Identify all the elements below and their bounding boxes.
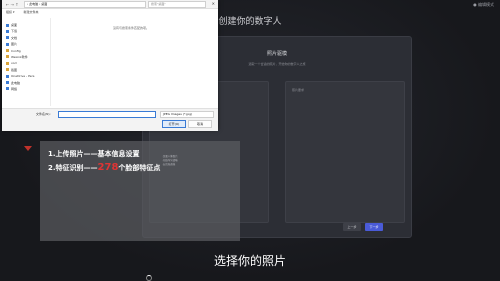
folder-icon: [6, 49, 9, 53]
step-2-prefix: 2.特征识别——: [48, 164, 98, 172]
sidebar-item-label: vod: [11, 61, 17, 66]
folder-icon: [6, 74, 9, 78]
prev-button[interactable]: 上一步: [343, 223, 361, 231]
sidebar-item-label: OneDrive - Pers: [11, 74, 35, 79]
sidebar-item-label: 网络: [11, 86, 18, 91]
loading-spinner-icon: [146, 275, 152, 281]
navigation-pane: 桌面下载 文档图片 Config WeLink软件 vod 截图 OneDrive - Pe…: [6, 22, 46, 92]
file-list[interactable]: 没有与搜索条件匹配的项。: [50, 18, 211, 106]
filename-input[interactable]: [58, 111, 156, 118]
close-icon[interactable]: ✕: [212, 1, 215, 6]
folder-icon: [6, 42, 9, 46]
address-bar[interactable]: › 此电脑 › 桌面: [24, 1, 146, 8]
folder-icon: [6, 36, 9, 40]
folder-icon: [6, 68, 9, 72]
requirements-panel: 照片要求: [285, 81, 405, 223]
sidebar-item-label: 图片: [11, 42, 18, 47]
filetype-select[interactable]: JPEG Images (*.jpg): [160, 111, 214, 118]
folder-icon: [6, 87, 9, 91]
dialog-footer: 文件名(N): JPEG Images (*.jpg) 打开(O) 取消: [2, 108, 218, 131]
command-bar: 组织 ▾ 新建文件夹: [6, 10, 46, 14]
folder-icon: [6, 81, 9, 85]
tutorial-notes: ·正面人像照片 ·光线均匀清晰 ·五官无遮挡: [162, 155, 232, 167]
sidebar-item-label: 此电脑: [11, 80, 21, 85]
folder-icon: [6, 29, 9, 33]
new-folder-button[interactable]: 新建文件夹: [23, 10, 38, 14]
nav-arrows-icon[interactable]: ← → ↑: [6, 2, 19, 7]
sidebar-item[interactable]: 网络: [6, 86, 46, 92]
tutorial-step-2: 2.特征识别——278个脸部特征点: [48, 162, 160, 173]
next-button[interactable]: 下一步: [365, 223, 383, 231]
tutorial-overlay: 1.上传照片——基本信息设置 2.特征识别——278个脸部特征点 ·正面人像照片…: [40, 141, 240, 241]
sidebar-item-label: 桌面: [11, 23, 18, 27]
cancel-button[interactable]: 取消: [188, 120, 212, 128]
mode-indicator[interactable]: ● 编辑模式: [473, 2, 494, 8]
folder-icon: [6, 61, 9, 65]
folder-icon: [6, 55, 9, 59]
filename-label: 文件名(N):: [36, 112, 51, 116]
empty-message: 没有与搜索条件匹配的项。: [112, 26, 149, 30]
step-2-suffix: 个脸部特征点: [118, 164, 161, 172]
sidebar-item-label: 截图: [11, 67, 18, 72]
tutorial-step-1: 1.上传照片——基本信息设置: [48, 150, 140, 158]
file-open-dialog: ← → ↑ › 此电脑 › 桌面 搜索"桌面" ✕ 组织 ▾ 新建文件夹 桌面下…: [2, 0, 218, 131]
folder-icon: [6, 23, 9, 27]
sidebar-item-label: WeLink软件: [11, 54, 28, 59]
address-toolbar: ← → ↑ › 此电脑 › 桌面 搜索"桌面" ✕: [2, 0, 218, 9]
sidebar-item-label: 文档: [11, 35, 18, 40]
note-item: ·五官无遮挡: [162, 163, 176, 166]
search-input[interactable]: 搜索"桌面": [148, 1, 206, 8]
feature-count: 278: [97, 162, 119, 173]
organize-button[interactable]: 组织 ▾: [6, 10, 14, 14]
open-button[interactable]: 打开(O): [162, 120, 186, 128]
requirements-title: 照片要求: [292, 88, 305, 92]
sidebar-item-label: 下载: [11, 29, 18, 34]
subtitle-caption: 选择你的照片: [213, 254, 286, 268]
sidebar-item-label: Config: [11, 48, 21, 53]
marker-icon: [24, 146, 32, 151]
